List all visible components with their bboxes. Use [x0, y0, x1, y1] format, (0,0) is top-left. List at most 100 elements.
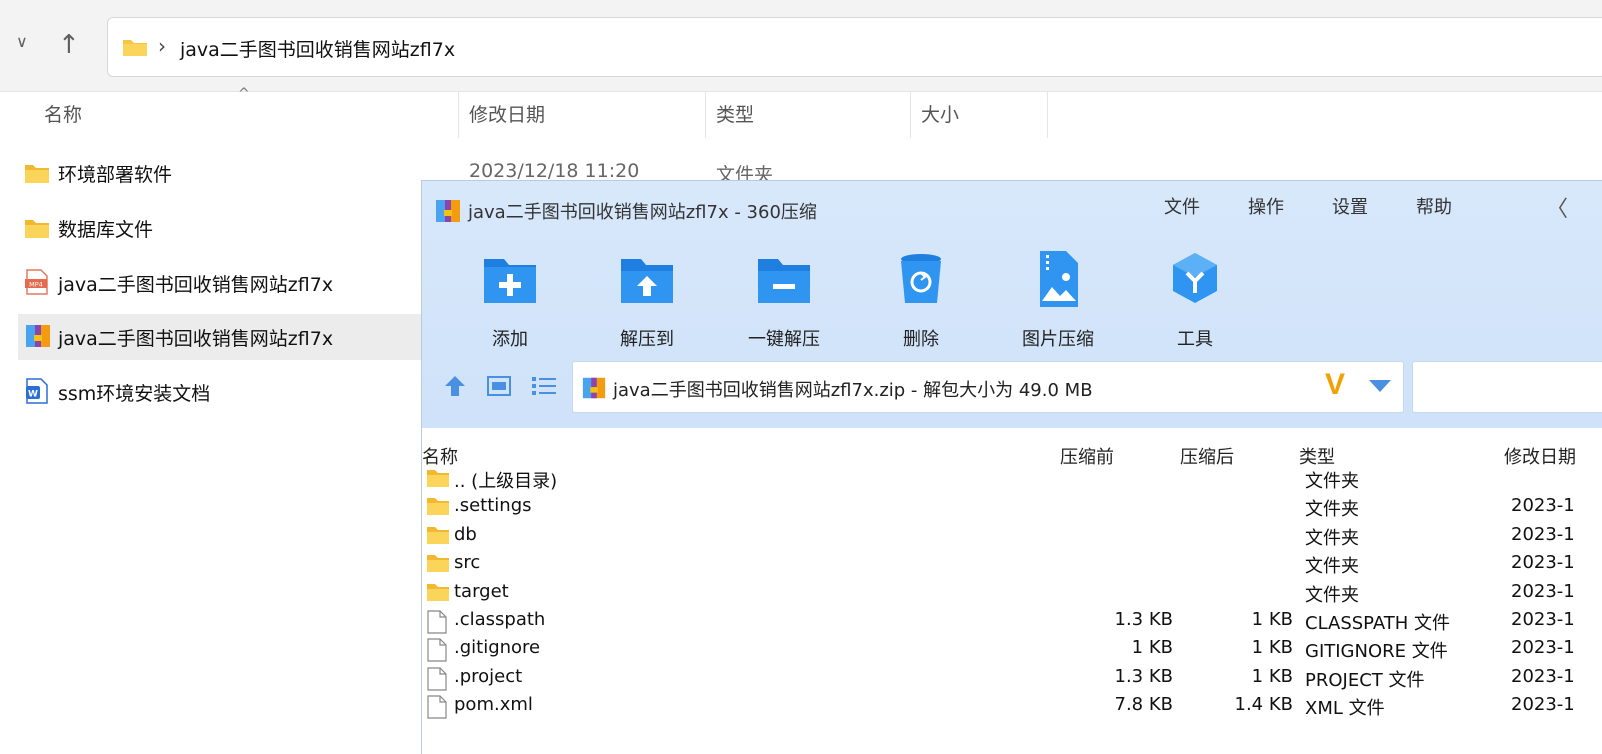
- column-header-type[interactable]: 类型: [716, 92, 754, 138]
- one-click-extract-label: 一键解压: [748, 329, 820, 350]
- entry-type: GITIGNORE 文件: [1305, 641, 1448, 662]
- modified-date: 2023/12/18 11:20: [469, 160, 640, 182]
- folder-icon: [123, 40, 147, 56]
- image-compress-button[interactable]: 图片压缩: [1003, 249, 1113, 351]
- file-row[interactable]: 数据库文件: [18, 205, 422, 251]
- entry-date: 2023-1: [1511, 609, 1575, 630]
- entry-date: 2023-1: [1511, 495, 1575, 516]
- entry-type: CLASSPATH 文件: [1305, 613, 1451, 634]
- recent-locations-chevron-icon[interactable]: ∨: [16, 32, 28, 51]
- tools-button[interactable]: 工具: [1140, 249, 1250, 351]
- column-divider[interactable]: [910, 92, 911, 138]
- zip-toolbar-area: java二手图书回收销售网站zfl7x - 360压缩 文件 操作 设置 帮助 …: [422, 181, 1602, 428]
- up-arrow-icon[interactable]: ↑: [58, 30, 80, 60]
- recycle-bin-icon: [901, 254, 941, 303]
- add-button[interactable]: 添加: [455, 249, 565, 351]
- menu-settings[interactable]: 设置: [1332, 193, 1368, 219]
- delete-label: 删除: [903, 329, 939, 350]
- verified-v-icon: V: [1325, 368, 1346, 401]
- entry-date: 2023-1: [1511, 666, 1575, 687]
- entry-date: 2023-1: [1511, 694, 1575, 715]
- breadcrumb-current[interactable]: java二手图书回收销售网站zfl7x: [180, 35, 455, 62]
- file-row[interactable]: 环境部署软件: [18, 150, 422, 196]
- one-click-extract-button[interactable]: 一键解压: [729, 249, 839, 351]
- list-item[interactable]: db 文件夹 2023-1: [422, 522, 1602, 550]
- column-divider[interactable]: [458, 92, 459, 138]
- view-list-icon[interactable]: [530, 373, 558, 399]
- entry-type: PROJECT 文件: [1305, 670, 1425, 691]
- list-item[interactable]: .project 1.3 KB 1 KB PROJECT 文件 2023-1: [422, 664, 1602, 692]
- list-item[interactable]: .classpath 1.3 KB 1 KB CLASSPATH 文件 2023…: [422, 607, 1602, 635]
- file-row[interactable]: MP4 java二手图书回收销售网站zfl7x: [18, 260, 422, 306]
- column-divider[interactable]: [1047, 92, 1048, 138]
- entry-date: 2023-1: [1511, 552, 1575, 573]
- file-icon: [427, 695, 447, 719]
- zip-window: java二手图书回收销售网站zfl7x - 360压缩 文件 操作 设置 帮助 …: [421, 180, 1602, 754]
- view-thumbnail-icon[interactable]: [486, 373, 512, 399]
- list-item[interactable]: pom.xml 7.8 KB 1.4 KB XML 文件 2023-1: [422, 692, 1602, 720]
- file-name: java二手图书回收销售网站zfl7x: [58, 274, 334, 296]
- archive-path-text: java二手图书回收销售网站zfl7x.zip - 解包大小为 49.0 MB: [613, 380, 1093, 401]
- column-header-size[interactable]: 大小: [921, 92, 959, 138]
- entry-name: .settings: [454, 495, 532, 516]
- up-level-arrow-icon[interactable]: [442, 373, 468, 399]
- folder-icon: [427, 470, 449, 487]
- entry-type: 文件夹: [1305, 471, 1359, 492]
- zip-app-icon: [436, 200, 460, 222]
- svg-text:MP4: MP4: [29, 281, 43, 289]
- mp4-file-icon: MP4: [25, 269, 48, 295]
- entry-name: target: [454, 581, 509, 602]
- explorer-address-area: ∨ ↑ › java二手图书回收销售网站zfl7x: [0, 0, 1602, 92]
- entry-name: src: [454, 552, 481, 573]
- menu-file[interactable]: 文件: [1164, 193, 1200, 219]
- extract-to-button[interactable]: 解压到: [592, 249, 702, 351]
- breadcrumb-separator: ›: [158, 34, 166, 58]
- file-name: ssm环境安装文档: [58, 383, 211, 405]
- skin-shirt-icon[interactable]: 〈: [1546, 191, 1568, 223]
- entry-name: pom.xml: [454, 694, 533, 715]
- menu-help[interactable]: 帮助: [1416, 193, 1452, 219]
- extract-to-icon: [621, 259, 673, 303]
- list-item[interactable]: src 文件夹 2023-1: [422, 550, 1602, 578]
- search-input[interactable]: [1412, 361, 1602, 413]
- entry-size-before: 1 KB: [1131, 637, 1173, 658]
- entry-size-after: 1.4 KB: [1234, 694, 1294, 715]
- column-header-date[interactable]: 修改日期: [469, 92, 545, 138]
- entry-size-before: 1.3 KB: [1114, 609, 1174, 630]
- image-compress-label: 图片压缩: [1022, 329, 1094, 350]
- entry-name: .project: [454, 666, 523, 687]
- entry-type: 文件夹: [1305, 556, 1359, 577]
- list-item[interactable]: .gitignore 1 KB 1 KB GITIGNORE 文件 2023-1: [422, 635, 1602, 663]
- entry-size-before: 1.3 KB: [1114, 666, 1174, 687]
- folder-icon: [25, 165, 49, 183]
- entry-type: 文件夹: [1305, 585, 1359, 606]
- entry-type: 文件夹: [1305, 528, 1359, 549]
- archive-path-input[interactable]: java二手图书回收销售网站zfl7x.zip - 解包大小为 49.0 MB …: [572, 361, 1404, 413]
- list-item[interactable]: target 文件夹 2023-1: [422, 579, 1602, 607]
- file-row-selected[interactable]: java二手图书回收销售网站zfl7x: [18, 314, 422, 360]
- file-name: 数据库文件: [58, 219, 154, 241]
- entry-type: XML 文件: [1305, 698, 1385, 719]
- word-doc-icon: W: [26, 378, 48, 404]
- svg-text:W: W: [28, 390, 38, 400]
- entry-size-after: 1 KB: [1251, 637, 1293, 658]
- entry-name: .. (上级目录): [454, 471, 558, 492]
- menu-operation[interactable]: 操作: [1248, 193, 1284, 219]
- column-header-name[interactable]: 名称: [44, 92, 82, 138]
- column-divider[interactable]: [705, 92, 706, 138]
- delete-button[interactable]: 删除: [866, 249, 976, 351]
- list-item[interactable]: .settings 文件夹 2023-1: [422, 493, 1602, 521]
- entry-date: 2023-1: [1511, 637, 1575, 658]
- file-row[interactable]: W ssm环境安装文档: [18, 369, 422, 415]
- window-title: java二手图书回收销售网站zfl7x - 360压缩: [468, 202, 817, 223]
- path-dropdown-icon[interactable]: [1369, 380, 1391, 392]
- entry-type: 文件夹: [1305, 499, 1359, 520]
- list-item[interactable]: .. (上级目录) 文件夹: [422, 465, 1602, 493]
- path-bar: java二手图书回收销售网站zfl7x.zip - 解包大小为 49.0 MB …: [422, 361, 1602, 413]
- folder-icon: [427, 527, 449, 544]
- entry-size-before: 7.8 KB: [1114, 694, 1174, 715]
- entry-name: .gitignore: [454, 637, 541, 658]
- address-bar[interactable]: › java二手图书回收销售网站zfl7x: [107, 17, 1602, 77]
- extract-to-label: 解压到: [620, 329, 674, 350]
- folder-icon: [427, 584, 449, 601]
